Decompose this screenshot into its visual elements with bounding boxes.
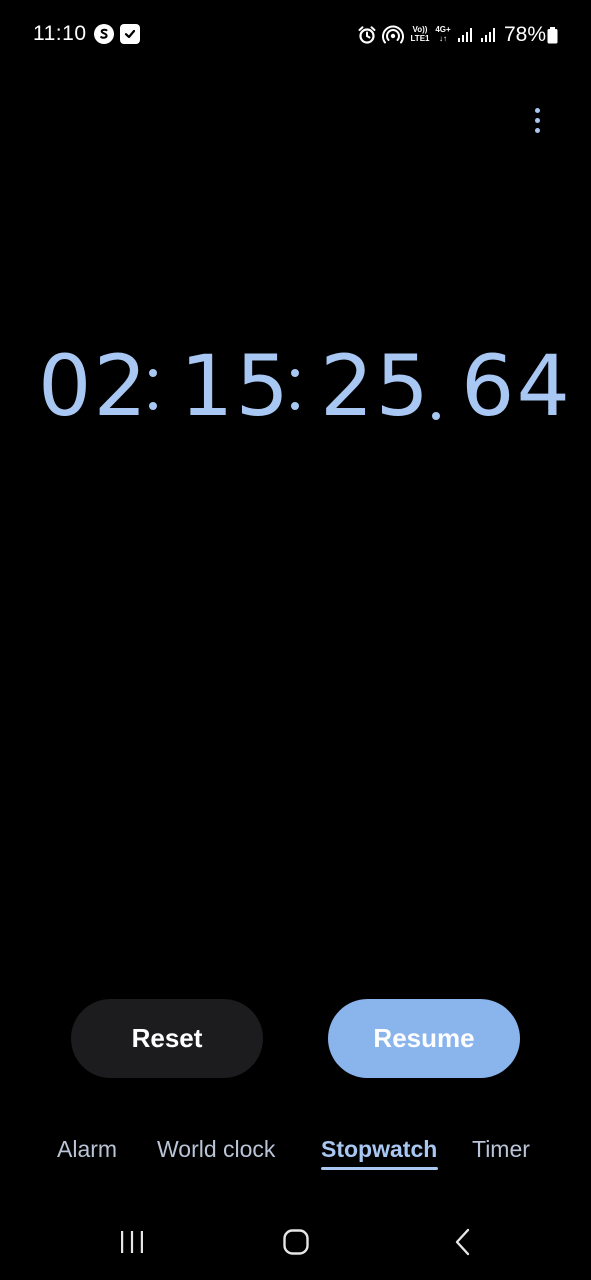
skype-icon — [94, 24, 114, 44]
volte-bottom-label: LTE1 — [410, 34, 430, 43]
decimal-dot — [432, 412, 440, 420]
bottom-tabs: Alarm World clock Stopwatch Timer — [0, 1136, 591, 1176]
volte-lte-icon: Vo)) LTE1 — [409, 25, 431, 43]
recent-apps-icon[interactable] — [112, 1226, 152, 1258]
tab-alarm[interactable]: Alarm — [57, 1136, 117, 1163]
colon-dot — [291, 402, 299, 410]
colon-dot — [291, 369, 299, 377]
data-bottom-label: ↓↑ — [439, 34, 447, 43]
signal-icon — [480, 27, 498, 48]
elapsed-time-display: 02 15 25 64 — [0, 336, 591, 436]
status-bar: 11:10 Vo)) LTE1 4G+ ↓↑ 78% — [0, 0, 591, 70]
minutes-digits: 15 — [180, 337, 291, 435]
battery-icon — [547, 27, 558, 49]
data-top-label: 4G+ — [435, 25, 451, 34]
hotspot-icon — [382, 25, 404, 50]
colon-dot — [149, 402, 157, 410]
signal-icon — [457, 27, 475, 48]
seconds-digits: 25 — [320, 337, 431, 435]
active-tab-indicator — [321, 1167, 438, 1170]
reset-button[interactable]: Reset — [71, 999, 263, 1078]
more-options-button[interactable] — [525, 104, 551, 138]
system-navigation-bar — [0, 1210, 591, 1280]
colon-dot — [149, 369, 157, 377]
4g-data-icon: 4G+ ↓↑ — [433, 25, 453, 43]
resume-button[interactable]: Resume — [328, 999, 520, 1078]
back-icon[interactable] — [443, 1226, 483, 1258]
checkbox-icon — [120, 24, 140, 44]
hours-digits: 02 — [38, 337, 149, 435]
tab-timer[interactable]: Timer — [472, 1136, 530, 1163]
status-time: 11:10 — [33, 22, 87, 45]
home-icon[interactable] — [276, 1226, 316, 1258]
battery-percent: 78% — [504, 23, 547, 46]
volte-top-label: Vo)) — [412, 25, 428, 34]
tab-world-clock[interactable]: World clock — [157, 1136, 275, 1163]
tab-stopwatch[interactable]: Stopwatch — [321, 1136, 437, 1163]
hundredths-digits: 64 — [461, 337, 572, 435]
stopwatch-screen: 11:10 Vo)) LTE1 4G+ ↓↑ 78% 02 15 25 64 R… — [0, 0, 591, 1280]
alarm-icon — [357, 25, 377, 50]
